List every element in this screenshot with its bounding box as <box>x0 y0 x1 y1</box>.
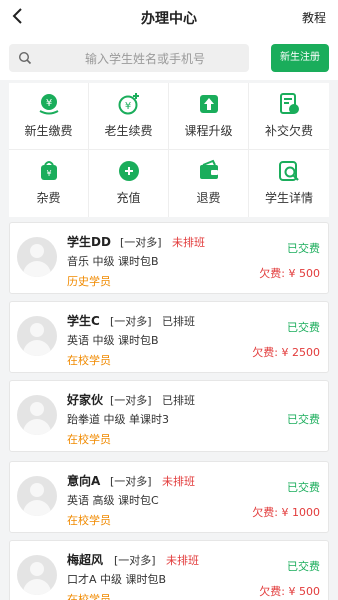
student-status: 历史学员 <box>67 275 111 288</box>
student-name: 好家伙 <box>67 393 104 407</box>
menu-item-misc-fee[interactable]: ¥ 杂费 <box>9 150 89 217</box>
avatar <box>17 316 57 356</box>
menu-item-renewal[interactable]: ¥ 老生续费 <box>89 83 169 150</box>
menu-label: 课程升级 <box>184 124 233 138</box>
menu-label: 老生续费 <box>104 124 153 138</box>
student-card[interactable]: 好家伙 [一对多] 已排班 跆拳道 中级 单课时3 在校学员 已交费 <box>9 380 329 452</box>
menu-item-new-payment[interactable]: ¥ 新生缴费 <box>9 83 89 150</box>
owed-amount: 欠费: ¥ 2500 <box>252 346 320 359</box>
student-card[interactable]: 学生C [一对多] 已排班 英语 中级 课时包B 在校学员 已交费 欠费: ¥ … <box>9 301 329 373</box>
student-status: 在校学员 <box>67 433 111 446</box>
schedule-status: 已排班 <box>162 315 195 328</box>
upgrade-arrow-icon <box>200 95 218 113</box>
paid-status: 已交费 <box>287 242 320 255</box>
paid-status: 已交费 <box>287 413 320 426</box>
svg-text:¥: ¥ <box>46 98 52 109</box>
course-info: 音乐 中级 课时包B <box>67 255 159 268</box>
paid-status: 已交费 <box>287 321 320 334</box>
menu-label: 学生详情 <box>264 191 313 205</box>
search-placeholder: 输入学生姓名或手机号 <box>84 52 205 66</box>
student-card[interactable]: 学生DD [一对多] 未排班 音乐 中级 课时包B 历史学员 已交费 欠费: ¥… <box>9 222 329 294</box>
wallet-refund-icon <box>200 159 218 179</box>
menu-label: 补交欠费 <box>264 124 313 138</box>
svg-text:¥: ¥ <box>125 101 131 112</box>
search-bar-row: 输入学生姓名或手机号 新生注册 <box>0 34 338 80</box>
student-search-icon <box>279 161 299 181</box>
svg-text:¥: ¥ <box>46 169 51 178</box>
menu-label: 新生缴费 <box>24 124 73 138</box>
schedule-status: 未排班 <box>166 554 199 567</box>
function-menu-grid: ¥ 新生缴费 ¥ 老生续费 课程升级 补交欠费 ¥ 杂费 充值 退费 学生详情 <box>9 83 329 217</box>
student-name: 学生DD <box>67 235 111 249</box>
student-status: 在校学员 <box>67 354 111 367</box>
search-input[interactable]: 输入学生姓名或手机号 <box>9 44 249 72</box>
course-info: 口才A 中级 课时包B <box>67 573 167 586</box>
paid-status: 已交费 <box>287 481 320 494</box>
student-status: 在校学员 <box>67 514 111 527</box>
bag-icon: ¥ <box>41 161 57 180</box>
avatar <box>17 395 57 435</box>
menu-item-recharge[interactable]: 充值 <box>89 150 169 217</box>
paid-status: 已交费 <box>287 560 320 573</box>
menu-item-student-details[interactable]: 学生详情 <box>249 150 329 217</box>
menu-label: 充值 <box>116 191 141 205</box>
schedule-status: 已排班 <box>162 394 195 407</box>
menu-label: 杂费 <box>36 191 61 205</box>
menu-item-course-upgrade[interactable]: 课程升级 <box>169 83 249 150</box>
class-type: [一对多] <box>120 236 162 249</box>
yen-plus-icon: ¥ <box>118 93 139 115</box>
class-type: [一对多] <box>110 315 152 328</box>
owed-amount: 欠费: ¥ 500 <box>259 585 320 598</box>
class-type: [一对多] <box>114 554 156 567</box>
menu-label: 退费 <box>196 191 221 205</box>
owed-amount: 欠费: ¥ 1000 <box>252 506 320 519</box>
class-type: [一对多] <box>110 394 152 407</box>
student-status: 在校学员 <box>67 593 111 600</box>
student-card[interactable]: 梅超风 [一对多] 未排班 口才A 中级 课时包B 在校学员 已交费 欠费: ¥… <box>9 540 329 600</box>
tutorial-link[interactable]: 教程 <box>302 9 326 26</box>
course-info: 英语 中级 课时包B <box>67 334 159 347</box>
avatar <box>17 476 57 516</box>
top-nav-bar: 办理中心 教程 <box>0 0 338 34</box>
page-title: 办理中心 <box>141 11 197 27</box>
schedule-status: 未排班 <box>162 475 195 488</box>
student-name: 意向A <box>67 474 101 488</box>
document-pay-icon <box>280 93 299 114</box>
schedule-status: 未排班 <box>172 236 205 249</box>
student-card[interactable]: 意向A [一对多] 未排班 英语 高级 课时包C 在校学员 已交费 欠费: ¥ … <box>9 461 329 533</box>
avatar <box>17 237 57 277</box>
student-name: 学生C <box>67 314 100 328</box>
new-student-register-button[interactable]: 新生注册 <box>271 44 329 72</box>
owed-amount: 欠费: ¥ 500 <box>259 267 320 280</box>
search-icon <box>18 51 32 65</box>
menu-item-refund[interactable]: 退费 <box>169 150 249 217</box>
menu-item-pay-arrears[interactable]: 补交欠费 <box>249 83 329 150</box>
course-info: 英语 高级 课时包C <box>67 494 159 507</box>
student-name: 梅超风 <box>67 553 104 567</box>
recharge-icon <box>119 161 139 181</box>
avatar <box>17 555 57 595</box>
course-info: 跆拳道 中级 单课时3 <box>67 413 169 426</box>
class-type: [一对多] <box>110 475 152 488</box>
yen-hand-icon: ¥ <box>39 94 59 115</box>
